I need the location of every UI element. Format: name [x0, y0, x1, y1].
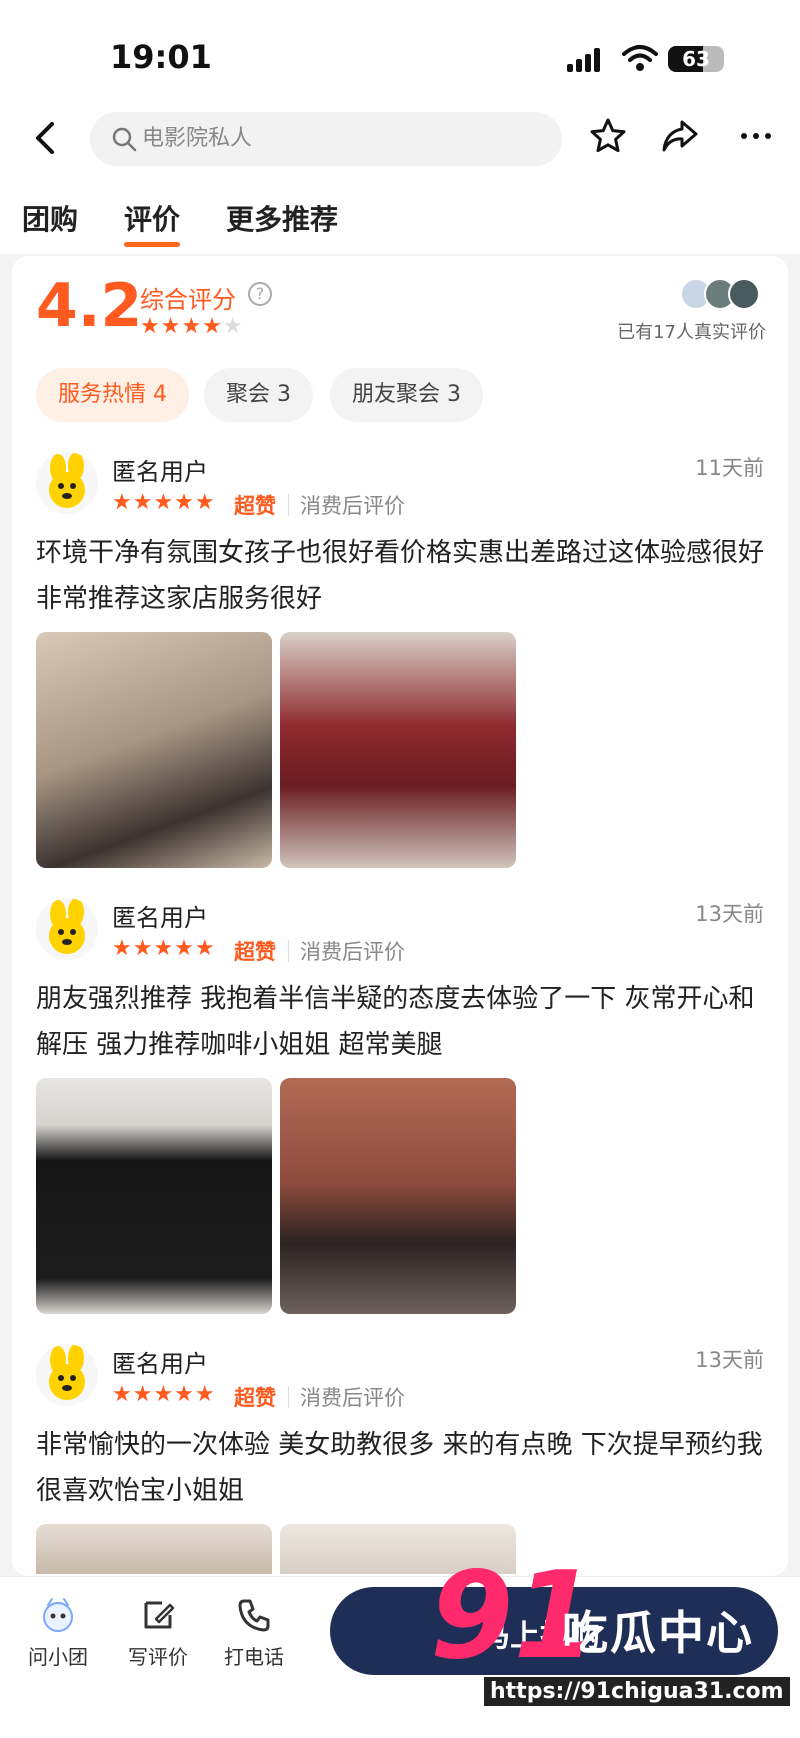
avatar	[728, 278, 760, 310]
review-text: 非常愉快的一次体验 美女助教很多 来的有点晚 下次提早预约我很喜欢怡宝小姐姐	[36, 1430, 763, 1506]
favorite-star-icon[interactable]	[588, 116, 628, 156]
review-stars: ★★★★★	[112, 936, 216, 961]
avatar	[36, 1344, 98, 1406]
mascot-icon	[49, 452, 85, 508]
battery-level: 63	[682, 47, 710, 71]
back-icon[interactable]	[26, 118, 66, 158]
reviewer-name: 匿名用户	[112, 458, 208, 486]
divider	[288, 494, 289, 516]
review-text: 环境干净有氛围女孩子也很好看价格实惠出差路过这体验感很好非常推荐这家店服务很好	[36, 538, 765, 614]
assistant-icon	[43, 1598, 73, 1632]
review-time: 13天前	[695, 902, 764, 926]
divider	[288, 1386, 289, 1408]
review-time: 13天前	[695, 1348, 764, 1372]
watermark-url: https://91chigua31.com	[484, 1677, 790, 1706]
review-meta: 消费后评价	[300, 940, 405, 964]
review-photo[interactable]	[36, 1524, 272, 1574]
reviews-card: 4.2 综合评分 ? ★★★★★ 已有17人真实评价 服务热情 4 聚会 3 朋…	[12, 256, 788, 1576]
review-text: 朋友强烈推荐 我抱着半信半疑的态度去体验了一下 灰常开心和解压 强力推荐咖啡小姐…	[36, 984, 755, 1060]
rating-badge: 超赞	[234, 940, 276, 964]
review-item[interactable]: 匿名用户 11天前 ★★★★★ 超赞 消费后评价 环境干净有氛围女孩子也很好看价…	[12, 452, 788, 868]
wifi-icon	[622, 45, 658, 71]
review-photo[interactable]	[280, 1078, 516, 1314]
review-photo[interactable]	[280, 632, 516, 868]
rating-badge: 超赞	[234, 494, 276, 518]
write-review-label: 写评价	[128, 1645, 188, 1669]
overall-score: 4.2	[36, 271, 143, 341]
phone-icon	[238, 1599, 270, 1632]
search-input[interactable]: 电影院私人	[142, 112, 252, 166]
review-time: 11天前	[695, 456, 764, 480]
status-time: 19:01	[110, 38, 212, 76]
watermark-brand: 吃瓜中心	[562, 1606, 754, 1660]
avatar	[36, 898, 98, 960]
write-review-button[interactable]: 写评价	[118, 1595, 198, 1670]
review-count: 已有17人真实评价	[617, 322, 766, 343]
tab-bar: 团购 评价 更多推荐	[0, 178, 800, 254]
review-meta: 消费后评价	[300, 494, 405, 518]
nav-bar: 电影院私人	[0, 100, 800, 178]
tab-reviews[interactable]: 评价	[124, 198, 181, 247]
divider	[288, 940, 289, 962]
avatar	[36, 452, 98, 514]
tag-chip[interactable]: 聚会 3	[204, 368, 313, 422]
search-box[interactable]: 电影院私人	[90, 112, 562, 166]
tab-group-buy[interactable]: 团购	[22, 198, 78, 238]
mascot-icon	[49, 1344, 85, 1400]
edit-icon	[144, 1601, 175, 1629]
ask-assistant-label: 问小团	[28, 1645, 88, 1669]
battery-icon: 63	[668, 46, 724, 72]
call-button[interactable]: 打电话	[214, 1595, 294, 1670]
review-item[interactable]: 匿名用户 13天前 ★★★★★ 超赞 消费后评价 非常愉快的一次体验 美女助教很…	[12, 1344, 788, 1584]
review-item[interactable]: 匿名用户 13天前 ★★★★★ 超赞 消费后评价 朋友强烈推荐 我抱着半信半疑的…	[12, 898, 788, 1314]
signal-icon	[567, 48, 607, 72]
reviewer-avatars	[680, 278, 764, 310]
call-label: 打电话	[224, 1645, 284, 1669]
help-icon[interactable]: ?	[248, 282, 272, 306]
score-label: 综合评分	[140, 286, 236, 314]
search-icon	[112, 127, 137, 152]
review-stars: ★★★★★	[112, 490, 216, 515]
tab-more-recommendations[interactable]: 更多推荐	[226, 198, 338, 238]
review-stars: ★★★★★	[112, 1382, 216, 1407]
review-photo[interactable]	[36, 1078, 272, 1314]
ask-assistant-button[interactable]: 问小团	[18, 1595, 98, 1670]
tag-chip[interactable]: 朋友聚会 3	[330, 368, 483, 422]
reviewer-name: 匿名用户	[112, 1350, 208, 1378]
more-icon[interactable]	[736, 116, 776, 156]
summary-stars: ★★★★★	[140, 314, 244, 339]
rating-badge: 超赞	[234, 1386, 276, 1410]
review-meta: 消费后评价	[300, 1386, 405, 1410]
review-photo[interactable]	[36, 632, 272, 868]
tag-chip[interactable]: 服务热情 4	[36, 368, 189, 422]
bottom-action-bar: 问小团 写评价 打电话 马上抢购 91 吃瓜中心 https://91chigu…	[0, 1557, 800, 1738]
mascot-icon	[49, 898, 85, 954]
share-icon[interactable]	[660, 116, 700, 156]
reviewer-name: 匿名用户	[112, 904, 208, 932]
status-bar: 19:01 63	[0, 0, 800, 100]
